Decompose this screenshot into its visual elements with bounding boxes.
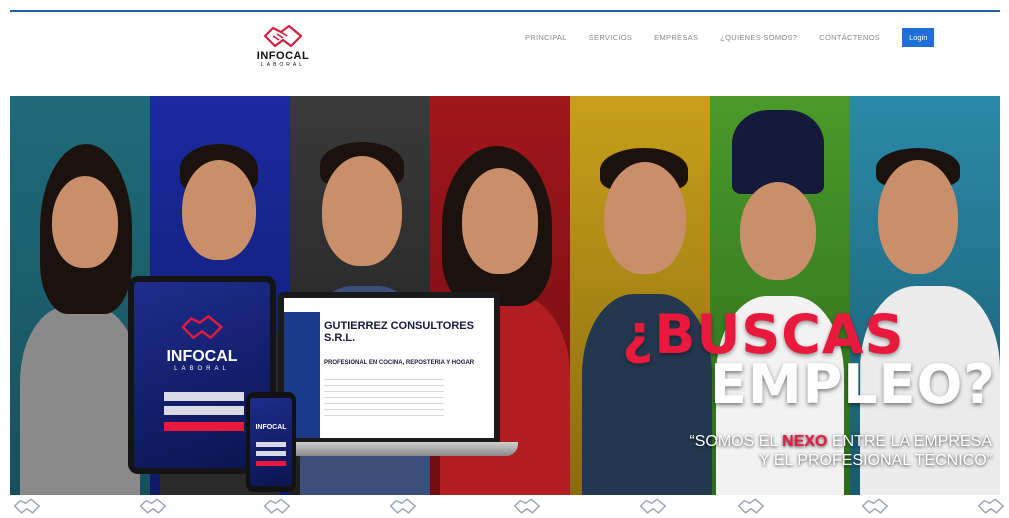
handshake-icon	[389, 498, 417, 514]
nav-empresas[interactable]: EMPRESAS	[654, 33, 698, 42]
hero-tagline: “SOMOS EL NEXO ENTRE LA EMPRESA Y EL PRO…	[642, 432, 992, 470]
tablet-username-field[interactable]	[164, 392, 244, 401]
phone-brand: INFOCAL	[255, 424, 287, 431]
main-nav: PRINCIPAL SERVICIOS EMPRESAS ¿QUIENES SO…	[525, 28, 935, 47]
handshake-icon	[639, 498, 667, 514]
laptop-base	[262, 442, 518, 456]
headline-empleo: EMPLEO?	[710, 353, 996, 416]
laptop-mockup: GUTIERREZ CONSULTORES S.R.L. PROFESIONAL…	[278, 292, 500, 442]
handshake-icon	[977, 498, 1005, 514]
site-header: INFOCAL LABORAL PRINCIPAL SERVICIOS EMPR…	[0, 12, 1009, 96]
tablet-login-button[interactable]	[164, 422, 244, 431]
hero-banner: INFOCAL LABORAL GUTIERREZ CONSULTORES S.…	[10, 96, 1000, 495]
handshake-icon	[181, 314, 224, 340]
handshake-icon	[263, 498, 291, 514]
tagline-part2: ENTRE LA EMPRESA	[827, 433, 992, 450]
tablet-sub: LABORAL	[174, 366, 230, 372]
nav-contactenos[interactable]: CONTÁCTENOS	[819, 33, 880, 42]
handshake-icon	[13, 498, 41, 514]
infocal-logo[interactable]: INFOCAL LABORAL	[248, 22, 318, 82]
tagline-part1: “SOMOS EL	[689, 433, 783, 450]
laptop-job-title: PROFESIONAL EN COCINA, REPOSTERIA Y HOGA…	[324, 360, 475, 366]
nav-quienes-somos[interactable]: ¿QUIENES SOMOS?	[720, 33, 797, 42]
laptop-company-name: GUTIERREZ CONSULTORES S.R.L.	[324, 320, 474, 344]
phone-mockup: INFOCAL	[246, 392, 296, 492]
handshake-icon	[737, 498, 765, 514]
handshake-icon	[861, 498, 889, 514]
handshake-icon	[139, 498, 167, 514]
tagline-line2: Y EL PROFESIONAL TÉCNICO”	[759, 452, 992, 469]
nav-principal[interactable]: PRINCIPAL	[525, 33, 567, 42]
login-button[interactable]: Login	[902, 28, 935, 47]
nav-servicios[interactable]: SERVICIOS	[589, 33, 632, 42]
tablet-password-field[interactable]	[164, 406, 244, 415]
handshake-icon	[263, 24, 303, 48]
tablet-brand: INFOCAL	[166, 348, 238, 365]
laptop-text-lines	[324, 374, 444, 420]
phone-login-button[interactable]	[256, 461, 286, 466]
handshake-strip	[0, 495, 1009, 518]
logo-title: INFOCAL	[256, 50, 310, 62]
tagline-highlight: NEXO	[782, 433, 828, 450]
logo-subtitle: LABORAL	[260, 62, 306, 68]
handshake-icon	[513, 498, 541, 514]
